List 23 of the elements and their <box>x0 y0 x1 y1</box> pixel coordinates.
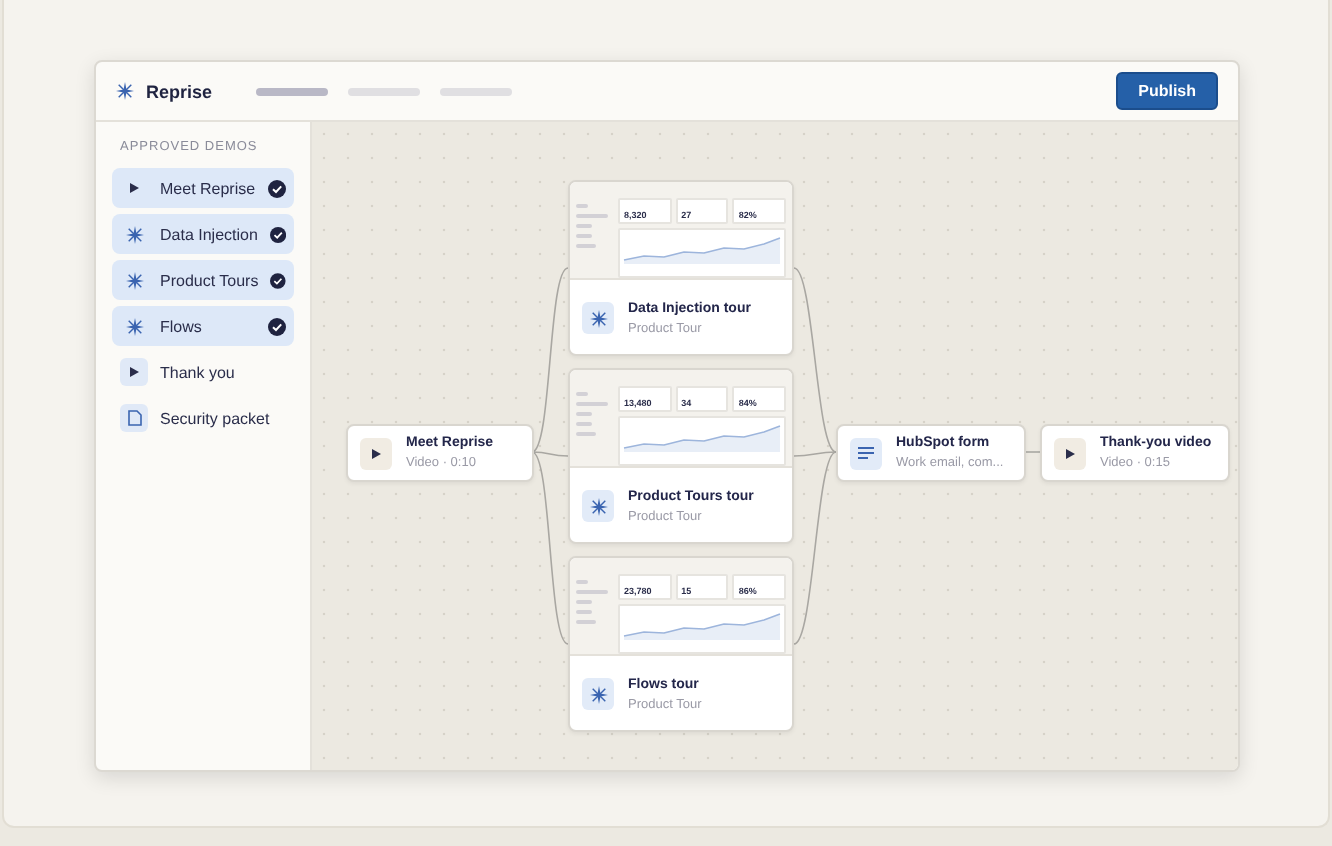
play-icon <box>370 447 382 459</box>
sparkle-icon <box>125 225 143 243</box>
sidebar-item[interactable]: Security packet <box>112 398 294 438</box>
sidebar-item[interactable]: Data Injection <box>112 214 294 254</box>
form-icon <box>858 446 874 460</box>
play-icon <box>128 366 140 378</box>
placeholder-bar <box>256 87 329 95</box>
app-name: Reprise <box>146 81 213 101</box>
sparkle-icon <box>125 271 143 289</box>
play-icon <box>1064 447 1076 459</box>
sparkle-icon <box>589 497 607 515</box>
connector-line <box>1025 451 1041 453</box>
play-icon <box>128 182 140 194</box>
sparkle-icon <box>589 309 607 327</box>
document-icon <box>127 410 141 426</box>
sidebar-item[interactable]: Meet Reprise <box>112 168 294 208</box>
sparkle-icon <box>589 685 607 703</box>
publish-button[interactable]: Publish <box>1116 72 1218 110</box>
sidebar-item[interactable]: Product Tours <box>112 260 294 300</box>
sparkle-icon <box>116 82 134 100</box>
sparkle-icon <box>125 317 143 335</box>
sidebar-item[interactable]: Thank you <box>112 352 294 392</box>
sidebar-item[interactable]: Flows <box>112 306 294 346</box>
